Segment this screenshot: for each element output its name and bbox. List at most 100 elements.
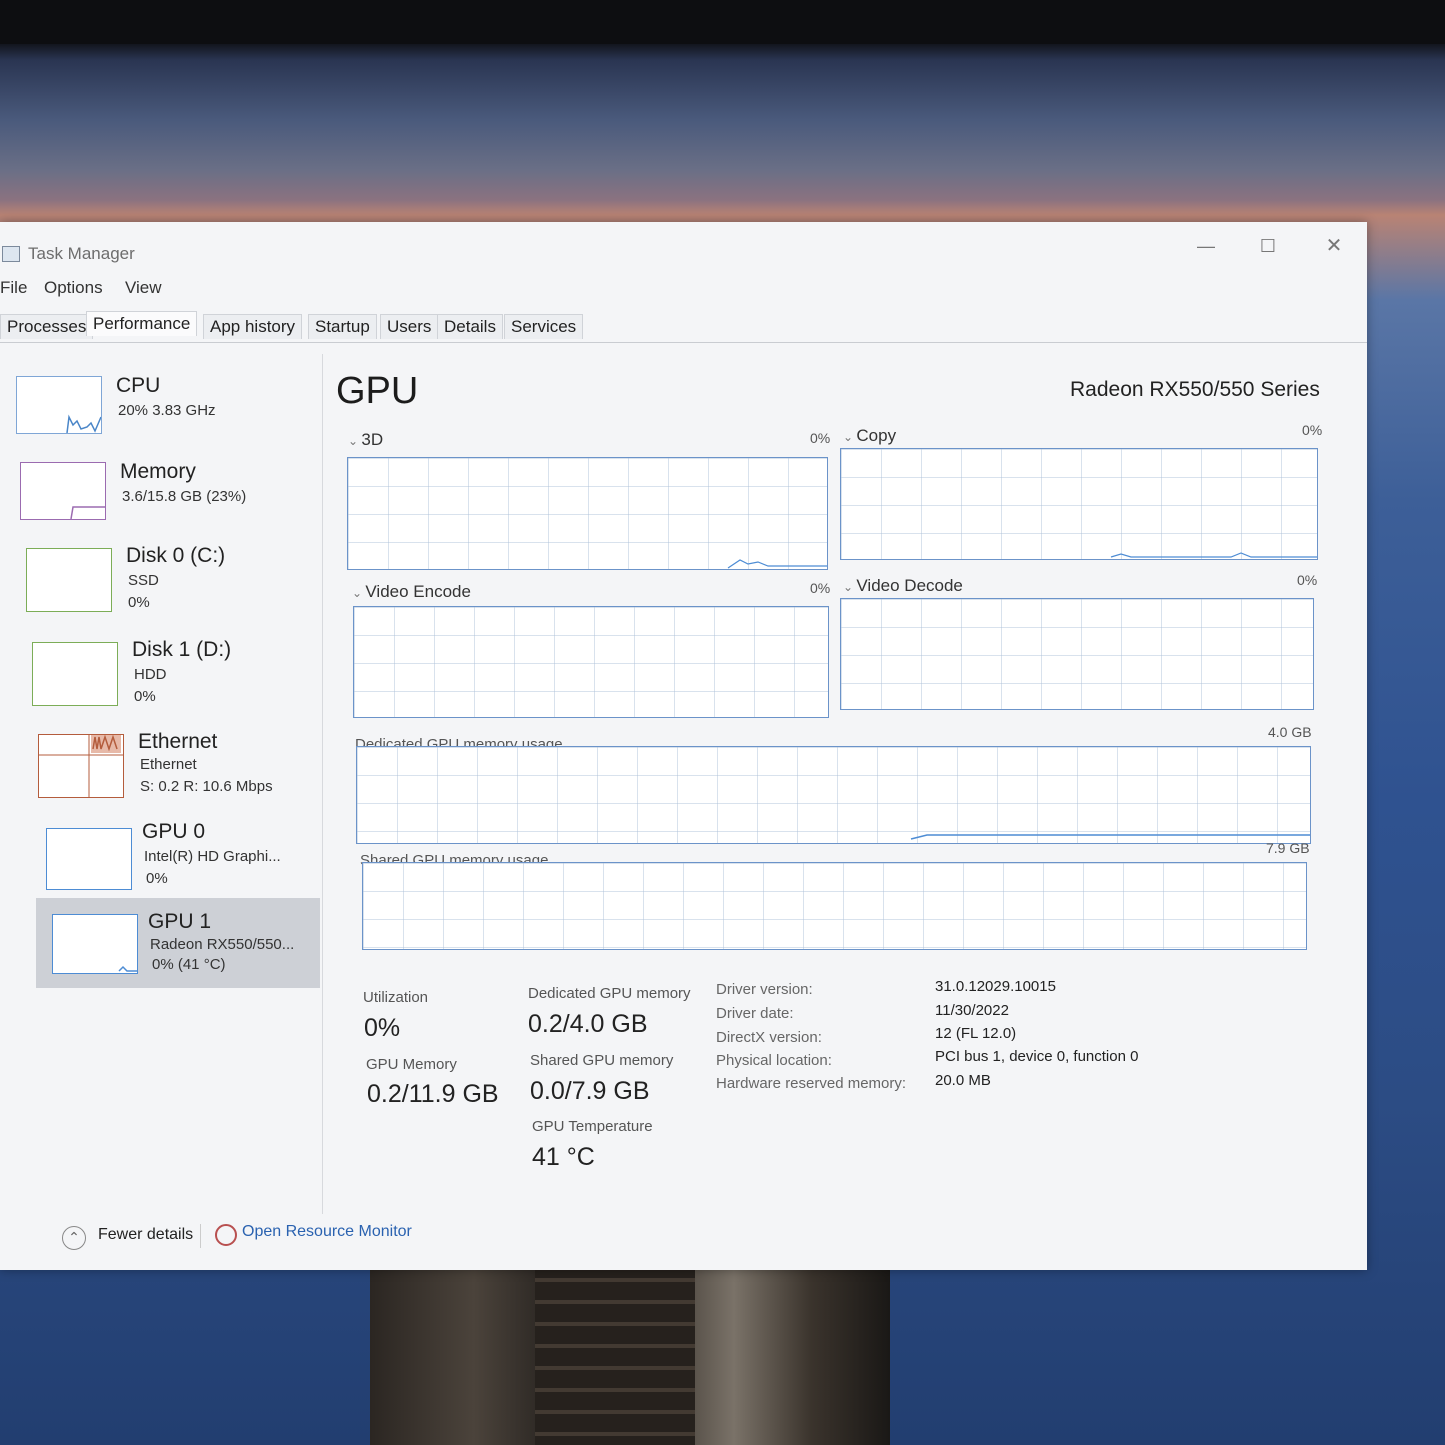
graph-encode-label-text: Video Encode bbox=[365, 582, 471, 601]
graph-video-decode-label[interactable]: ⌄ Video Decode bbox=[843, 576, 963, 596]
task-manager-icon bbox=[2, 246, 20, 262]
minimize-button[interactable]: — bbox=[1186, 232, 1226, 260]
sidebar-gpu0-model: Intel(R) HD Graphi... bbox=[144, 848, 281, 865]
sidebar-item-gpu0[interactable]: GPU 0 Intel(R) HD Graphi... 0% bbox=[14, 818, 314, 904]
dedicated-memory-label: Dedicated GPU memory bbox=[528, 985, 691, 1002]
tab-details[interactable]: Details bbox=[437, 314, 503, 339]
monitor-bezel bbox=[0, 0, 1445, 44]
sidebar-ethernet-speed: S: 0.2 R: 10.6 Mbps bbox=[140, 778, 273, 795]
utilization-label: Utilization bbox=[363, 989, 429, 1006]
utilization-value: 0% bbox=[364, 1014, 401, 1042]
chevron-down-icon: ⌄ bbox=[843, 430, 857, 444]
graph-video-encode bbox=[353, 606, 829, 718]
sidebar-item-disk1[interactable]: Disk 1 (D:) HDD 0% bbox=[14, 634, 314, 720]
shared-memory-value: 0.0/7.9 GB bbox=[530, 1077, 650, 1105]
driver-date-value: 11/30/2022 bbox=[935, 1002, 1009, 1019]
graph-video-encode-label[interactable]: ⌄ Video Encode bbox=[352, 582, 471, 602]
sidebar-item-disk0[interactable]: Disk 0 (C:) SSD 0% bbox=[14, 540, 314, 626]
sidebar-item-cpu[interactable]: CPU 20% 3.83 GHz bbox=[14, 368, 314, 454]
sidebar-disk1-usage: 0% bbox=[134, 688, 156, 705]
disk1-thumbnail bbox=[32, 642, 118, 706]
resource-sidebar: CPU 20% 3.83 GHz Memory 3.6/15.8 GB (23%… bbox=[0, 354, 323, 1214]
disk0-thumbnail bbox=[26, 548, 112, 612]
chevron-up-icon[interactable]: ⌃ bbox=[62, 1226, 86, 1250]
directx-version-label: DirectX version: bbox=[716, 1029, 822, 1046]
tab-performance[interactable]: Performance bbox=[86, 311, 198, 336]
graph-shared-memory-max: 7.9 GB bbox=[1266, 840, 1310, 856]
title-bar[interactable]: Task Manager — ☐ ✕ bbox=[0, 222, 1367, 278]
reserved-memory-value: 20.0 MB bbox=[935, 1072, 991, 1089]
menu-file[interactable]: File bbox=[0, 278, 27, 298]
sidebar-disk1-type: HDD bbox=[134, 666, 167, 683]
sidebar-label-ethernet: Ethernet bbox=[138, 730, 218, 753]
sidebar-disk0-type: SSD bbox=[128, 572, 159, 589]
driver-date-label: Driver date: bbox=[716, 1005, 794, 1022]
gpu-temperature-value: 41 °C bbox=[532, 1143, 595, 1171]
graph-video-decode bbox=[840, 598, 1314, 710]
directx-version-value: 12 (FL 12.0) bbox=[935, 1025, 1017, 1042]
memory-thumbnail bbox=[20, 462, 106, 520]
physical-location-label: Physical location: bbox=[716, 1052, 832, 1069]
maximize-button[interactable]: ☐ bbox=[1248, 232, 1288, 260]
sidebar-label-gpu1: GPU 1 bbox=[148, 910, 212, 933]
graph-dedicated-memory-max: 4.0 GB bbox=[1268, 724, 1312, 740]
sidebar-label-cpu: CPU bbox=[116, 374, 161, 397]
footer-divider bbox=[200, 1224, 201, 1248]
tab-bar: Processes Performance App history Startu… bbox=[0, 310, 1367, 343]
sidebar-gpu0-usage: 0% bbox=[146, 870, 168, 887]
menu-view[interactable]: View bbox=[125, 278, 162, 298]
sidebar-memory-usage: 3.6/15.8 GB (23%) bbox=[122, 488, 247, 505]
tab-startup[interactable]: Startup bbox=[308, 314, 377, 339]
graph-3d-label-text: 3D bbox=[361, 430, 384, 449]
gpu-temperature-label: GPU Temperature bbox=[532, 1118, 653, 1135]
ethernet-thumbnail bbox=[38, 734, 124, 798]
sidebar-cpu-usage: 20% 3.83 GHz bbox=[118, 402, 216, 419]
gpu-model-name: Radeon RX550/550 Series bbox=[1070, 378, 1320, 401]
window-title: Task Manager bbox=[28, 244, 135, 263]
gpu-memory-label: GPU Memory bbox=[366, 1056, 457, 1073]
open-resource-monitor-link[interactable]: Open Resource Monitor bbox=[242, 1223, 412, 1241]
reserved-memory-label: Hardware reserved memory: bbox=[716, 1075, 907, 1092]
tab-users[interactable]: Users bbox=[380, 314, 439, 339]
graph-shared-memory bbox=[362, 862, 1307, 950]
menu-options[interactable]: Options bbox=[44, 278, 103, 298]
graph-3d bbox=[347, 457, 828, 570]
tab-services[interactable]: Services bbox=[504, 314, 584, 339]
resource-monitor-icon[interactable] bbox=[215, 1224, 237, 1246]
fewer-details-link[interactable]: Fewer details bbox=[98, 1226, 193, 1244]
driver-version-value: 31.0.12029.10015 bbox=[935, 978, 1056, 995]
graph-3d-label[interactable]: ⌄ 3D bbox=[348, 430, 383, 450]
graph-copy-percent: 0% bbox=[1302, 422, 1323, 438]
gpu1-thumbnail bbox=[52, 914, 138, 974]
sidebar-label-memory: Memory bbox=[120, 460, 196, 483]
tab-app-history[interactable]: App history bbox=[203, 314, 303, 339]
chevron-down-icon: ⌄ bbox=[843, 580, 857, 594]
page-title: GPU bbox=[336, 370, 419, 412]
sidebar-disk0-usage: 0% bbox=[128, 594, 150, 611]
graph-copy-label[interactable]: ⌄ Copy bbox=[843, 426, 896, 446]
shared-memory-label: Shared GPU memory bbox=[530, 1052, 674, 1069]
cpu-thumbnail bbox=[16, 376, 102, 434]
sidebar-label-disk1: Disk 1 (D:) bbox=[132, 638, 232, 661]
sidebar-item-memory[interactable]: Memory 3.6/15.8 GB (23%) bbox=[14, 456, 314, 542]
sidebar-gpu1-model: Radeon RX550/550... bbox=[150, 936, 295, 953]
graph-decode-label-text: Video Decode bbox=[856, 576, 963, 595]
wallpaper-stairs bbox=[535, 1260, 695, 1445]
dedicated-memory-value: 0.2/4.0 GB bbox=[528, 1010, 648, 1038]
chevron-down-icon: ⌄ bbox=[352, 586, 366, 600]
close-button[interactable]: ✕ bbox=[1314, 232, 1354, 260]
driver-version-label: Driver version: bbox=[716, 981, 813, 998]
footer-bar: ⌃ Fewer details Open Resource Monitor bbox=[50, 1222, 750, 1262]
sidebar-label-disk0: Disk 0 (C:) bbox=[126, 544, 226, 567]
task-manager-window: Task Manager — ☐ ✕ File Options View Pro… bbox=[0, 222, 1367, 1270]
sidebar-gpu1-usage: 0% (41 °C) bbox=[152, 956, 226, 973]
tab-processes[interactable]: Processes bbox=[0, 314, 94, 339]
sidebar-item-ethernet[interactable]: Ethernet Ethernet S: 0.2 R: 10.6 Mbps bbox=[14, 724, 314, 810]
sidebar-label-gpu0: GPU 0 bbox=[142, 820, 206, 843]
graph-3d-percent: 0% bbox=[810, 430, 831, 446]
gpu0-thumbnail bbox=[46, 828, 132, 890]
sidebar-item-gpu1[interactable]: GPU 1 Radeon RX550/550... 0% (41 °C) bbox=[36, 898, 320, 988]
chevron-down-icon: ⌄ bbox=[348, 434, 362, 448]
graph-dedicated-memory bbox=[356, 746, 1311, 844]
graph-video-decode-percent: 0% bbox=[1297, 572, 1318, 588]
